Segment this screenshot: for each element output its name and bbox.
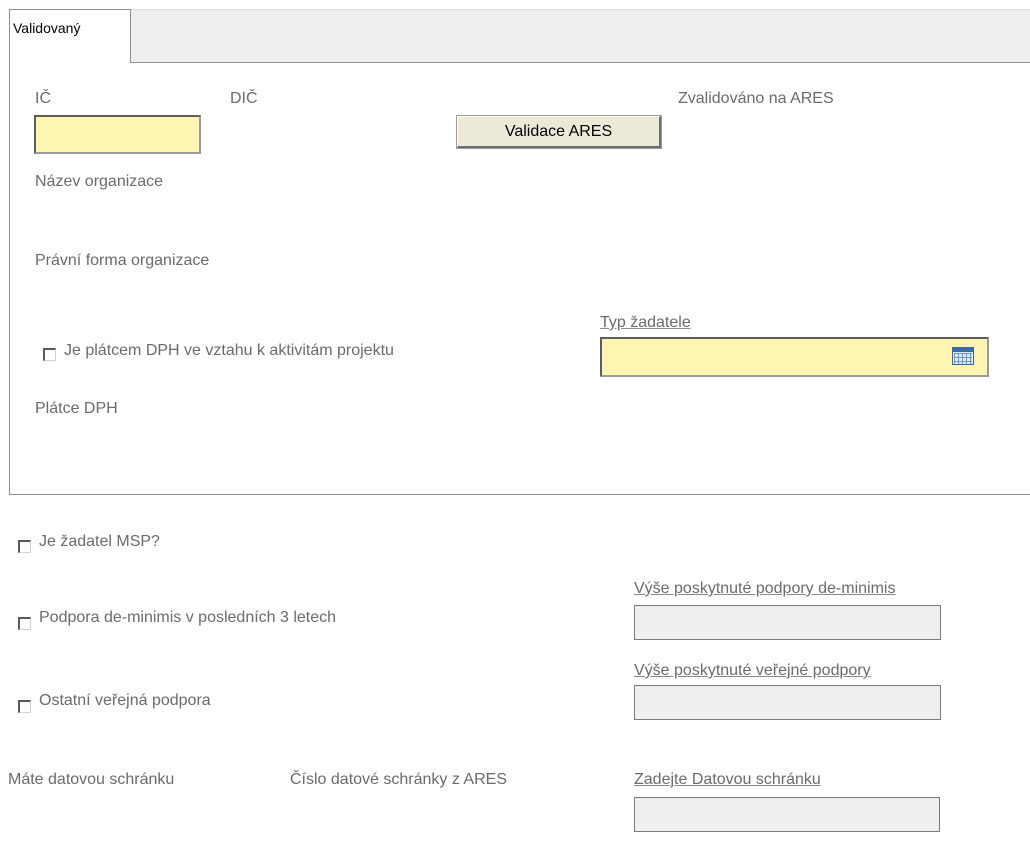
msp-label: Je žadatel MSP? bbox=[39, 533, 160, 550]
public-support-checkbox[interactable] bbox=[18, 700, 31, 713]
enter-databox-label: Zadejte Datovou schránku bbox=[634, 771, 821, 788]
databox-input[interactable] bbox=[634, 797, 940, 832]
msp-checkbox[interactable] bbox=[18, 540, 31, 553]
tab-strip bbox=[131, 9, 1030, 63]
deminimis-checkbox[interactable] bbox=[18, 617, 31, 630]
deminimis-label: Podpora de-minimis v posledních 3 letech bbox=[39, 609, 337, 626]
deminimis-amount-input[interactable] bbox=[634, 605, 941, 640]
vat-checkbox[interactable] bbox=[43, 348, 56, 361]
org-name-label: Název organizace bbox=[35, 173, 164, 190]
ic-label: IČ bbox=[35, 90, 51, 107]
legal-form-label: Právní forma organizace bbox=[35, 252, 210, 269]
tab-validovany[interactable]: Validovaný bbox=[9, 9, 131, 63]
public-support-label: Ostatní veřejná podpora bbox=[39, 692, 211, 709]
has-databox-label: Máte datovou schránku bbox=[8, 771, 175, 788]
public-amount-label: Výše poskytnuté veřejné podpory bbox=[634, 662, 871, 679]
validate-ares-button[interactable]: Validace ARES bbox=[456, 115, 662, 149]
vat-payer-label: Plátce DPH bbox=[35, 400, 118, 417]
dic-label: DIČ bbox=[230, 90, 258, 107]
ares-databox-label: Číslo datové schránky z ARES bbox=[290, 771, 507, 788]
tab-label: Validovaný bbox=[13, 20, 81, 36]
ic-input[interactable] bbox=[34, 115, 201, 154]
vat-checkbox-label: Je plátcem DPH ve vztahu k aktivitám pro… bbox=[64, 342, 394, 359]
public-amount-input[interactable] bbox=[634, 685, 941, 720]
calendar-icon[interactable] bbox=[952, 347, 974, 365]
deminimis-amount-label: Výše poskytnuté podpory de-minimis bbox=[634, 580, 896, 597]
applicant-type-label: Typ žadatele bbox=[600, 314, 691, 331]
validated-ares-label: Zvalidováno na ARES bbox=[678, 90, 834, 107]
applicant-type-select[interactable] bbox=[600, 337, 989, 377]
